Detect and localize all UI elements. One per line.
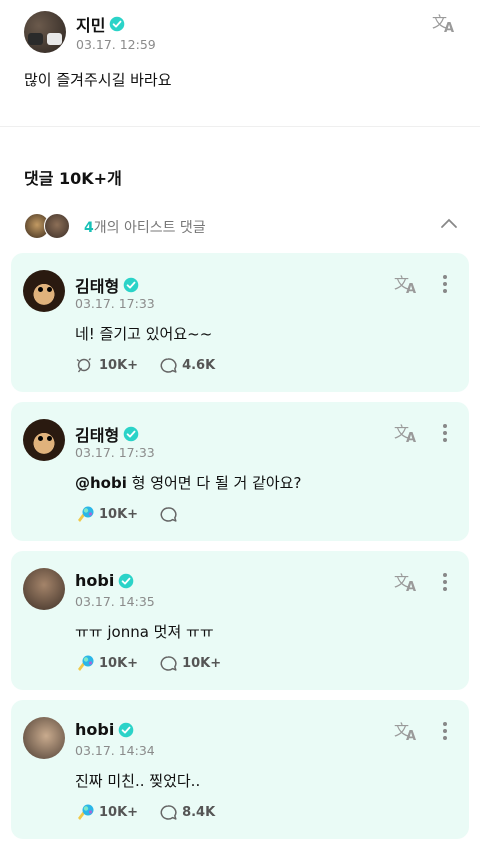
comment-author-row: 김태형	[75, 273, 140, 297]
commenter-avatar[interactable]	[23, 568, 65, 610]
reply-bubble-icon[interactable]	[158, 505, 178, 523]
reply-count: 4.6K	[182, 357, 216, 373]
comment-text-body: 형 영어면 다 될 거 같아요?	[126, 474, 302, 492]
translate-icon[interactable]	[394, 571, 420, 593]
comment-author-name[interactable]: hobi	[75, 571, 114, 590]
verified-check-icon	[118, 572, 135, 589]
verified-check-icon	[118, 721, 135, 738]
like-icon[interactable]	[75, 505, 95, 523]
commenter-avatar[interactable]	[23, 270, 65, 312]
comment-mention[interactable]: @hobi	[75, 474, 127, 492]
more-options-icon[interactable]	[442, 274, 448, 294]
reply-count: 10K+	[182, 655, 222, 671]
comment-text: @hobi 형 영어면 다 될 거 같아요?	[75, 472, 301, 493]
verified-check-icon	[123, 277, 140, 293]
artist-comment-card: 김태형 03.17. 17:33 @hobi 형 영어면 다 될 거 같아요? …	[11, 402, 469, 541]
like-count: 10K+	[99, 506, 139, 522]
comment-stats: 10K+ 4.6K	[75, 356, 215, 374]
translate-icon[interactable]	[394, 273, 420, 295]
comment-text-body: 네! 즐기고 있어요~~	[75, 325, 213, 343]
artist-comments-text: 개의 아티스트 댓글	[93, 220, 206, 236]
reply-count: 8.4K	[182, 804, 216, 820]
artist-comment-card: 김태형 03.17. 17:33 네! 즐기고 있어요~~ 10K+ 4.6K	[11, 253, 469, 392]
like-icon[interactable]	[75, 803, 95, 821]
comment-author-name[interactable]: hobi	[75, 720, 114, 739]
post-author-avatar[interactable]	[24, 11, 66, 53]
comment-author-row: 김태형	[75, 422, 140, 446]
more-options-icon[interactable]	[442, 721, 448, 741]
artist-comment-card: hobi 03.17. 14:34 진짜 미친.. 찢었다.. 10K+ 8.4…	[11, 700, 469, 839]
artist-comments-number: 4	[84, 220, 94, 236]
post-timestamp: 03.17. 12:59	[76, 37, 156, 52]
comment-stats: 10K+ 10K+	[75, 654, 221, 672]
reply-bubble-icon[interactable]	[158, 654, 178, 672]
comment-author-name[interactable]: 김태형	[75, 422, 119, 446]
like-icon[interactable]	[75, 356, 95, 374]
post-body: 많이 즐겨주시길 바라요	[24, 71, 172, 89]
translate-icon[interactable]	[432, 12, 458, 34]
chevron-up-icon[interactable]	[440, 217, 458, 229]
commenter-avatar[interactable]	[23, 419, 65, 461]
comment-text-body: ㅠㅠ jonna 멋져 ㅠㅠ	[75, 623, 214, 641]
more-options-icon[interactable]	[442, 572, 448, 592]
comment-author-name[interactable]: 김태형	[75, 273, 119, 297]
artist-comment-card: hobi 03.17. 14:35 ㅠㅠ jonna 멋져 ㅠㅠ 10K+ 10…	[11, 551, 469, 690]
comment-text: 진짜 미친.. 찢었다..	[75, 770, 200, 791]
post-author-row: 지민	[76, 12, 126, 36]
comment-timestamp: 03.17. 17:33	[75, 296, 155, 311]
commenter-avatar[interactable]	[23, 717, 65, 759]
artist-avatar	[44, 213, 70, 239]
comment-text: ㅠㅠ jonna 멋져 ㅠㅠ	[75, 621, 214, 642]
comment-timestamp: 03.17. 17:33	[75, 445, 155, 460]
like-count: 10K+	[99, 655, 139, 671]
comment-author-row: hobi	[75, 720, 135, 739]
comment-stats: 10K+ 8.4K	[75, 803, 215, 821]
post-author-name[interactable]: 지민	[76, 12, 105, 36]
artist-comments-label: 4개의 아티스트 댓글	[84, 217, 206, 237]
verified-check-icon	[109, 16, 126, 32]
reply-bubble-icon[interactable]	[158, 356, 178, 374]
comment-timestamp: 03.17. 14:34	[75, 743, 155, 758]
comment-text-body: 진짜 미친.. 찢었다..	[75, 772, 201, 790]
reply-bubble-icon[interactable]	[158, 803, 178, 821]
comments-count: 댓글 10K+개	[24, 169, 122, 188]
translate-icon[interactable]	[394, 422, 420, 444]
artist-comments-toggle[interactable]: 4개의 아티스트 댓글	[24, 211, 460, 241]
like-count: 10K+	[99, 357, 139, 373]
more-options-icon[interactable]	[442, 423, 448, 443]
comment-stats: 10K+	[75, 505, 182, 523]
comment-author-row: hobi	[75, 571, 135, 590]
verified-check-icon	[123, 426, 140, 442]
translate-icon[interactable]	[394, 720, 420, 742]
comment-timestamp: 03.17. 14:35	[75, 594, 155, 609]
post: 지민 03.17. 12:59 많이 즐겨주시길 바라요	[0, 0, 480, 127]
like-icon[interactable]	[75, 654, 95, 672]
like-count: 10K+	[99, 804, 139, 820]
comment-text: 네! 즐기고 있어요~~	[75, 323, 212, 344]
